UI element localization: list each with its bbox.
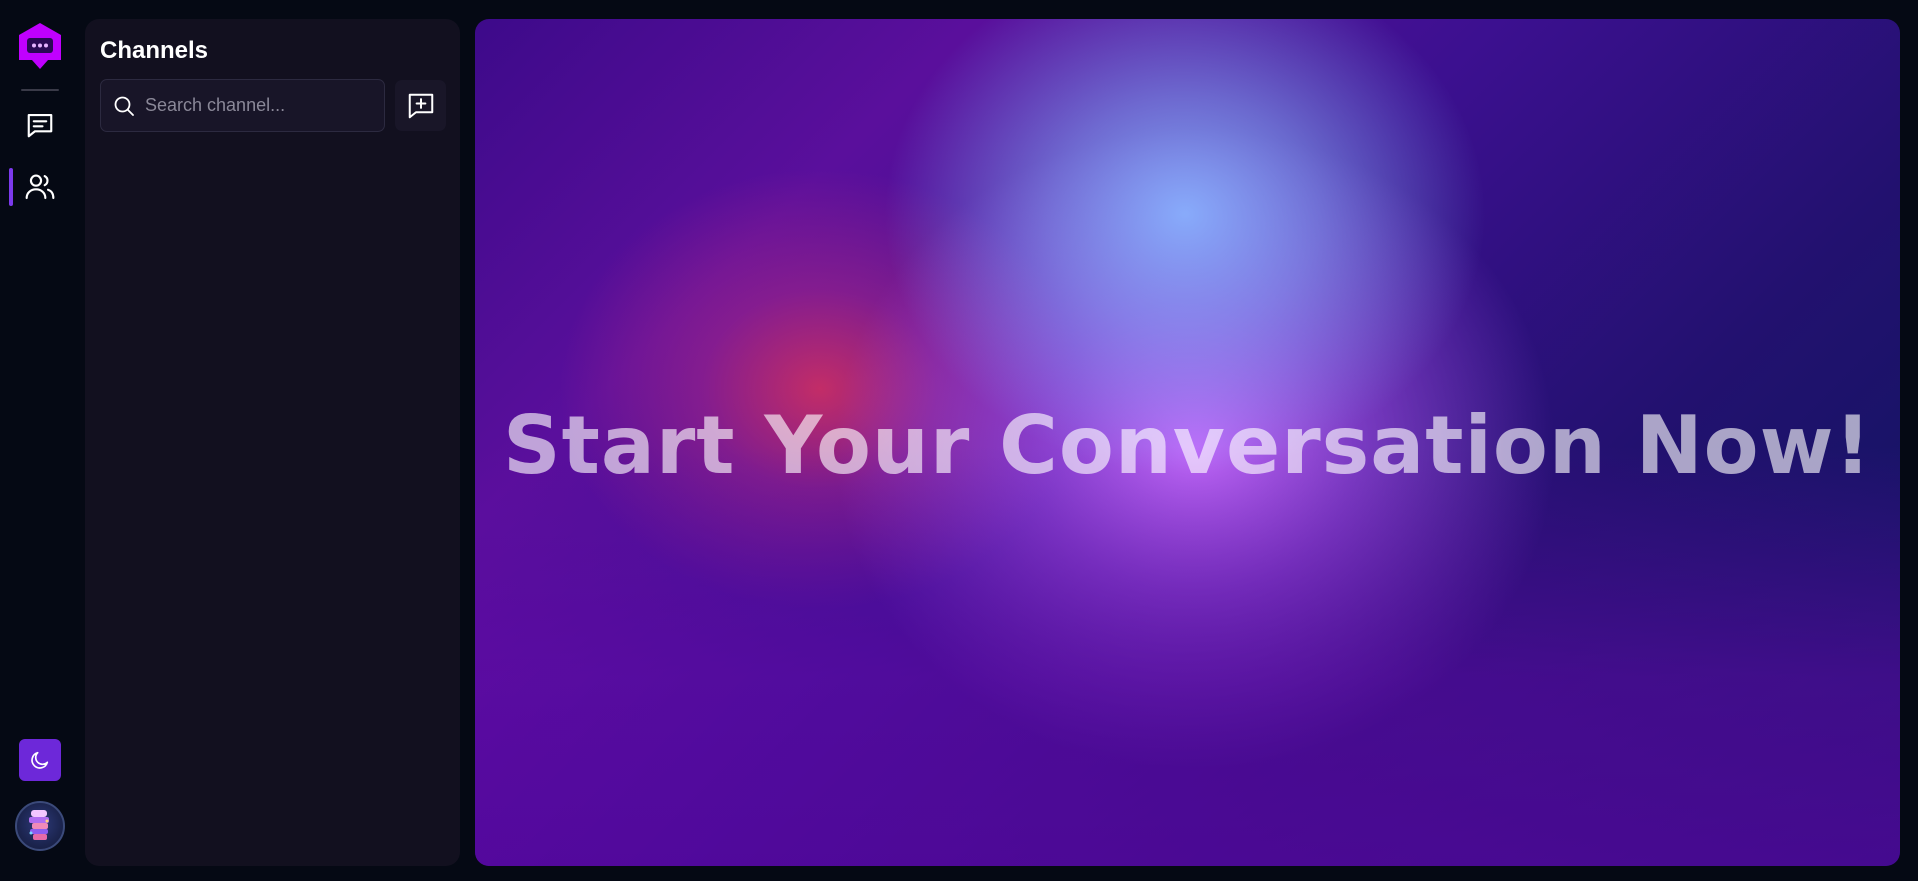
hero-headline: Start Your Conversation Now! [502,399,1872,492]
search-box[interactable] [100,79,385,132]
channels-title: Channels [100,37,209,64]
message-plus-icon [408,93,433,118]
moon-icon [31,751,49,769]
chat-bubble-logo-icon[interactable] [18,22,62,72]
rail-divider [21,89,59,91]
nav-people-button[interactable] [20,166,60,206]
nav-rail [0,0,80,881]
theme-toggle-button[interactable] [19,739,61,781]
new-channel-button[interactable] [395,80,446,131]
welcome-hero: Start Your Conversation Now! [475,19,1900,866]
user-avatar[interactable] [15,801,65,851]
channels-panel: Channels [85,19,460,866]
active-indicator [9,168,13,206]
message-lines-icon [27,113,53,138]
nav-chats-button[interactable] [20,105,60,145]
users-icon [25,174,55,200]
search-channel-input[interactable] [143,80,378,131]
search-icon [114,96,134,116]
